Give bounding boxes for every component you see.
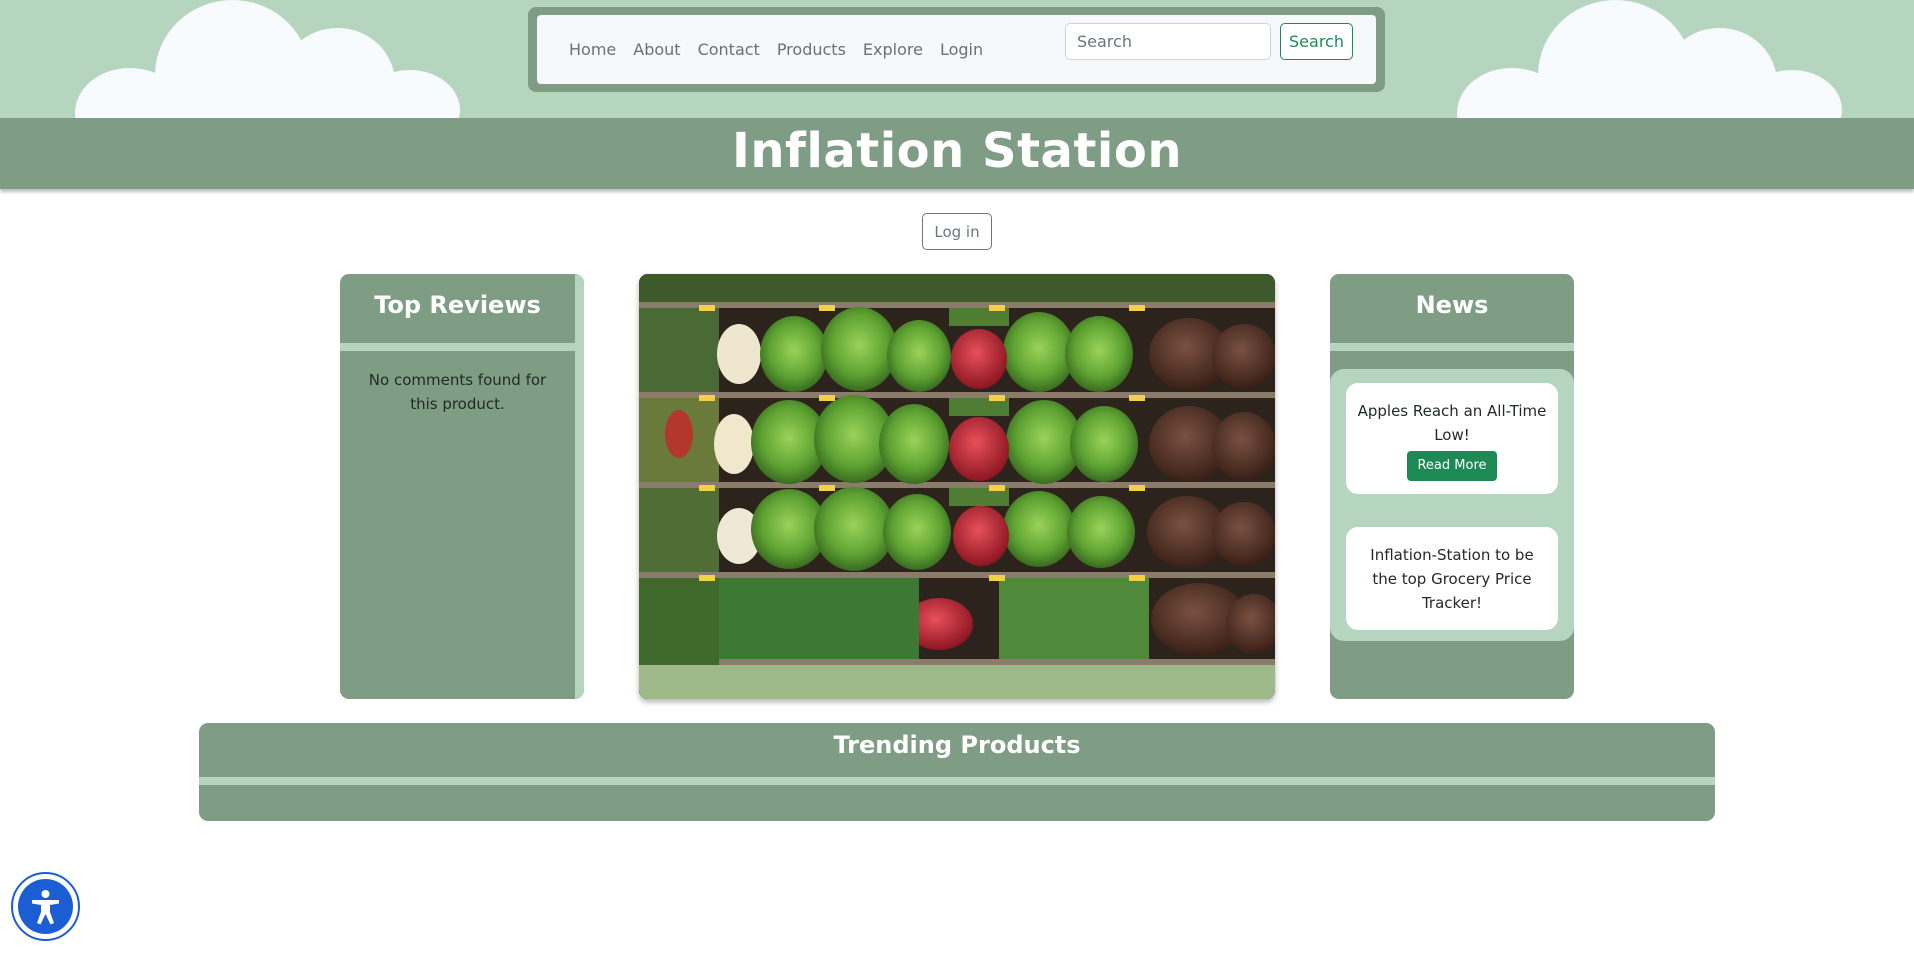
top-reviews-title: Top Reviews [374, 291, 541, 319]
top-reviews-panel: Top Reviews No comments found for this p… [340, 274, 584, 699]
nav-home[interactable]: Home [569, 40, 616, 59]
nav-contact[interactable]: Contact [698, 40, 760, 59]
nav-explore[interactable]: Explore [863, 40, 923, 59]
produce-shelf-illustration [639, 274, 1275, 699]
news-headline: Apples Reach an All-Time Low! [1357, 402, 1547, 444]
accessibility-icon [18, 879, 73, 934]
nav-products[interactable]: Products [777, 40, 846, 59]
news-title: News [1415, 291, 1489, 319]
accessibility-button[interactable] [11, 872, 80, 941]
divider [199, 777, 1715, 785]
panel-edge [575, 274, 584, 699]
search-button[interactable]: Search [1280, 23, 1353, 60]
nav-login[interactable]: Login [940, 40, 983, 59]
divider [340, 343, 575, 351]
produce-shelf-photo [639, 274, 1275, 699]
nav-about[interactable]: About [633, 40, 680, 59]
page-title: Inflation Station [732, 123, 1182, 179]
news-card: Inflation-Station to be the top Grocery … [1346, 527, 1558, 630]
read-more-button[interactable]: Read More [1407, 451, 1497, 481]
title-banner: Inflation Station [0, 118, 1914, 189]
no-comments-message: No comments found for this product. [368, 371, 547, 413]
divider [1330, 343, 1574, 351]
trending-products-panel: Trending Products [199, 723, 1715, 821]
news-headline: Inflation-Station to be the top Grocery … [1370, 546, 1534, 612]
trending-products-title: Trending Products [833, 731, 1081, 759]
search-input[interactable] [1065, 23, 1271, 60]
news-card: Apples Reach an All-Time Low! Read More [1346, 383, 1558, 494]
login-button[interactable]: Log in [922, 213, 992, 250]
nav-links: Home About Contact Products Explore Logi… [569, 40, 1000, 59]
